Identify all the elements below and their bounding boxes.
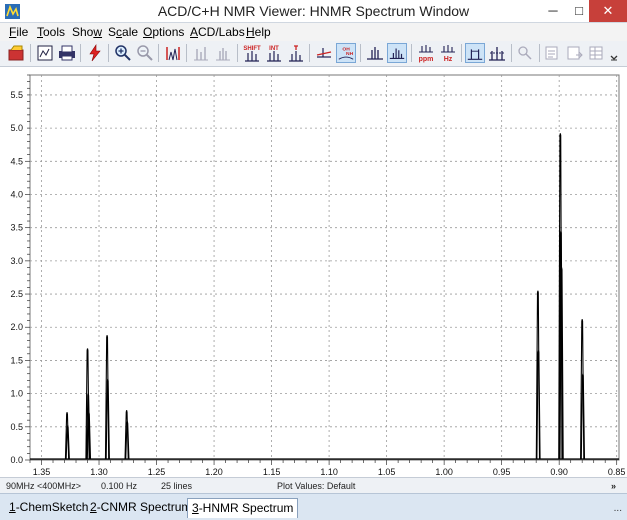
x-tick-label-4: 1.15 xyxy=(263,467,281,477)
menu-acdlabs-key: A xyxy=(190,25,199,39)
status-bar: 90MHz <400MHz> 0.100 Hz 25 lines Plot Va… xyxy=(0,477,627,493)
title-bar: ACD/C+H NMR Viewer: HNMR Spectrum Window… xyxy=(0,0,627,23)
menu-file[interactable]: File xyxy=(9,25,28,39)
hz-icon[interactable]: Hz xyxy=(438,43,458,63)
report-icon[interactable] xyxy=(543,43,563,63)
tab-overflow-button[interactable]: ... xyxy=(614,503,622,514)
y-tick-label-10: 5.0 xyxy=(10,123,23,133)
tab-chemsketch[interactable]: 1-ChemSketch xyxy=(5,498,92,518)
menu-show-pre: Sho xyxy=(72,25,94,39)
menu-acdlabs[interactable]: ACD/Labs xyxy=(190,25,245,39)
export-icon[interactable] xyxy=(565,43,585,63)
status-frequency: 90MHz <400MHz> xyxy=(6,481,82,491)
menu-help[interactable]: Help xyxy=(246,25,271,39)
y-tick-label-2: 1.0 xyxy=(10,389,23,399)
x-tick-label-5: 1.10 xyxy=(320,467,338,477)
multiplet-icon[interactable] xyxy=(387,43,407,63)
menu-options[interactable]: Options xyxy=(143,25,184,39)
status-resolution: 0.100 Hz xyxy=(101,481,138,491)
y-tick-label-0: 0.0 xyxy=(10,455,23,465)
tab-cnmr-key: 2 xyxy=(90,500,97,514)
menu-options-label: ptions xyxy=(152,25,185,39)
zoom-out-icon[interactable] xyxy=(135,43,155,63)
x-tick-label-10: 0.85 xyxy=(608,467,626,477)
x-tick-label-6: 1.05 xyxy=(378,467,396,477)
x-tick-label-8: 0.95 xyxy=(493,467,511,477)
y-tick-label-6: 3.0 xyxy=(10,256,23,266)
integral-icon[interactable]: INT xyxy=(264,43,284,63)
cursor-icon[interactable] xyxy=(465,43,485,63)
x-tick-label-1: 1.30 xyxy=(90,467,108,477)
menu-bar: File Tools Show Scale Options ACD/Labs H… xyxy=(0,23,627,41)
y-tick-label-5: 2.5 xyxy=(10,289,23,299)
shift-icon[interactable]: SHIFT xyxy=(242,43,262,63)
menu-acdlabs-label: CD/Labs xyxy=(198,25,245,39)
y-tick-label-9: 4.5 xyxy=(10,156,23,166)
x-tick-label-7: 1.00 xyxy=(435,467,453,477)
oh-nh-icon[interactable]: OH NH xyxy=(336,43,356,63)
x-tick-label-0: 1.35 xyxy=(33,467,51,477)
menu-help-key: H xyxy=(246,25,255,39)
close-button[interactable]: ✕ xyxy=(589,0,627,22)
ppm-icon[interactable]: ppm xyxy=(416,43,436,63)
window-title: ACD/C+H NMR Viewer: HNMR Spectrum Window xyxy=(157,3,470,19)
tab-chemsketch-label: -ChemSketch xyxy=(15,500,89,514)
ppm-icon-label: ppm xyxy=(419,56,434,63)
y-tick-label-7: 3.5 xyxy=(10,223,23,233)
menu-tools[interactable]: Tools xyxy=(37,25,65,39)
svg-text:NH: NH xyxy=(346,51,354,57)
peak-label-icon[interactable] xyxy=(286,43,306,63)
print-icon[interactable] xyxy=(57,43,77,63)
toolbar: SHIFT INT OH NH ppm Hz xyxy=(0,41,627,67)
menu-file-label: ile xyxy=(16,25,29,39)
tab-hnmr-label: -HNMR Spectrum xyxy=(198,501,294,515)
lightning-icon[interactable] xyxy=(85,43,105,63)
menu-options-key: O xyxy=(143,25,153,39)
y-tick-label-1: 0.5 xyxy=(10,422,23,432)
multiplet-gray-icon[interactable] xyxy=(213,43,233,63)
tab-chemsketch-key: 1 xyxy=(9,500,16,514)
menu-scale-label: ale xyxy=(122,25,139,39)
tab-cnmr-spectrum[interactable]: 2-CNMR Spectrum xyxy=(86,498,195,518)
zoom-in-icon[interactable] xyxy=(113,43,133,63)
x-tick-label-9: 0.90 xyxy=(550,467,568,477)
y-tick-label-4: 2.0 xyxy=(10,322,23,332)
baseline-icon[interactable] xyxy=(314,43,334,63)
peaks-icon[interactable] xyxy=(365,43,385,63)
x-tick-label-3: 1.20 xyxy=(205,467,223,477)
full-spectrum-icon[interactable] xyxy=(163,43,183,63)
open-icon[interactable] xyxy=(7,43,27,63)
tab-hnmr-spectrum[interactable]: 3-HNMR Spectrum xyxy=(187,498,299,518)
x-tick-label-2: 1.25 xyxy=(148,467,166,477)
hz-icon-label: Hz xyxy=(444,56,453,63)
y-tick-label-8: 4.0 xyxy=(10,189,23,199)
y-tick-label-3: 1.5 xyxy=(10,355,23,365)
plot-frame xyxy=(29,74,620,461)
assign-icon[interactable] xyxy=(515,43,535,63)
status-more-button[interactable]: » xyxy=(611,481,616,491)
print-preview-icon[interactable] xyxy=(35,43,55,63)
document-tab-bar: 1-ChemSketch 2-CNMR Spectrum 3-HNMR Spec… xyxy=(0,493,627,520)
tab-hnmr-key: 3 xyxy=(192,501,199,515)
menu-scale[interactable]: Scale xyxy=(108,25,138,39)
more-icon[interactable] xyxy=(607,43,621,63)
spectrum-panel[interactable]: 0.0 0.5 1.0 1.5 2.0 2.5 3.0 3.5 4.0 4.5 5.0 5.5 1.35… xyxy=(0,67,627,477)
status-plot-values: Plot Values: Default xyxy=(277,481,356,491)
y-tick-label-11: 5.5 xyxy=(10,90,23,100)
menu-help-label: elp xyxy=(254,25,271,39)
menu-scale-pre: S xyxy=(108,25,117,39)
expand-icon[interactable] xyxy=(191,43,211,63)
status-lines: 25 lines xyxy=(161,481,193,491)
multi-cursor-icon[interactable] xyxy=(487,43,507,63)
table-icon[interactable] xyxy=(587,43,607,63)
hnmr-spectrum-chart[interactable]: 0.0 0.5 1.0 1.5 2.0 2.5 3.0 3.5 4.0 4.5 5.0 5.5 1.35… xyxy=(0,67,627,477)
menu-tools-label: ools xyxy=(43,25,66,39)
menu-show[interactable]: Show xyxy=(72,25,102,39)
menu-show-key: w xyxy=(93,25,103,39)
tab-cnmr-label: -CNMR Spectrum xyxy=(96,500,192,514)
